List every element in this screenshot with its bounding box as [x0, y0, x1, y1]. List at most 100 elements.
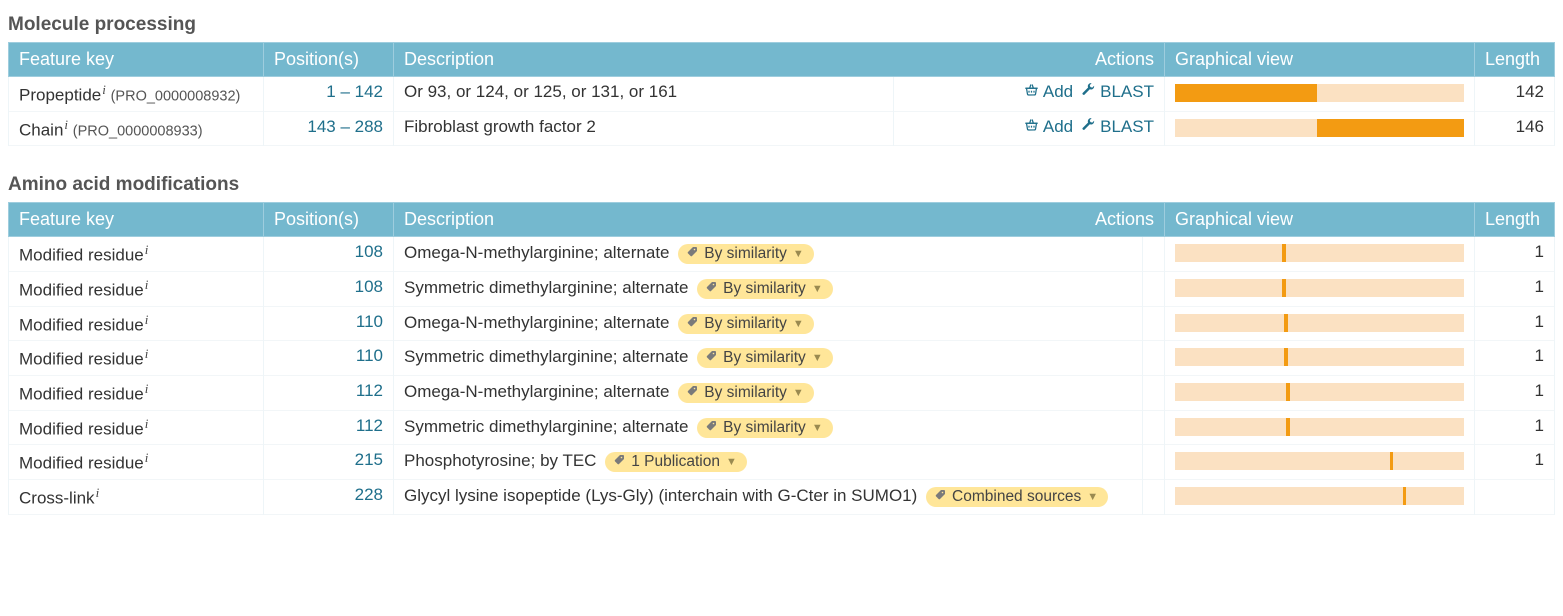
info-icon[interactable]: i — [145, 381, 149, 396]
feature-type-link[interactable]: Modified residue — [19, 281, 144, 300]
positions-value[interactable]: 228 — [264, 479, 394, 514]
graphical-segment — [1282, 244, 1285, 262]
hdr-positions: Position(s) — [264, 203, 394, 237]
graphical-track[interactable] — [1175, 314, 1464, 332]
feature-type-link[interactable]: Modified residue — [19, 350, 144, 369]
positions-value[interactable]: 112 — [264, 410, 394, 445]
hdr-positions: Position(s) — [264, 43, 394, 77]
evidence-label: Combined sources — [952, 488, 1081, 506]
evidence-pill[interactable]: By similarity▼ — [697, 418, 833, 438]
info-icon[interactable]: i — [96, 485, 100, 500]
hdr-description: DescriptionActions — [394, 43, 1165, 77]
graphical-track[interactable] — [1175, 119, 1464, 137]
graphical-segment — [1282, 279, 1285, 297]
description-cell: Glycyl lysine isopeptide (Lys-Gly) (inte… — [394, 479, 1143, 514]
info-icon[interactable]: i — [145, 450, 149, 465]
evidence-label: By similarity — [723, 280, 806, 298]
tag-icon — [686, 245, 698, 263]
positions-value[interactable]: 110 — [264, 306, 394, 341]
positions-value[interactable]: 112 — [264, 375, 394, 410]
evidence-label: By similarity — [704, 315, 787, 333]
feature-type-link[interactable]: Cross-link — [19, 489, 95, 508]
blast-button[interactable]: BLAST — [1081, 117, 1154, 137]
graphical-track[interactable] — [1175, 383, 1464, 401]
graphical-segment — [1286, 418, 1289, 436]
tag-icon — [705, 419, 717, 437]
hdr-feature-key: Feature key — [9, 43, 264, 77]
feature-type-link[interactable]: Modified residue — [19, 419, 144, 438]
feature-type-link[interactable]: Modified residue — [19, 246, 144, 265]
description-text: Phosphotyrosine; by TEC — [404, 451, 596, 470]
description-cell: Omega-N-methylarginine; alternate By sim… — [394, 306, 1143, 341]
evidence-pill[interactable]: By similarity ▼ — [678, 383, 814, 403]
evidence-pill[interactable]: By similarity ▼ — [697, 279, 833, 299]
add-label: Add — [1043, 117, 1073, 137]
info-icon[interactable]: i — [145, 277, 149, 292]
feature-type-link[interactable]: Chain — [19, 120, 63, 139]
graphical-track[interactable] — [1175, 84, 1464, 102]
evidence-pill[interactable]: By similarity▼ — [678, 314, 814, 334]
graphical-track[interactable] — [1175, 418, 1464, 436]
hdr-length: Length — [1475, 43, 1555, 77]
graphical-track[interactable] — [1175, 487, 1464, 505]
description-text: Symmetric dimethylarginine; alternate — [404, 417, 688, 436]
hdr-description: DescriptionActions — [394, 203, 1165, 237]
description-text: Omega-N-methylarginine; alternate — [404, 313, 670, 332]
description-text: Fibroblast growth factor 2 — [404, 117, 596, 136]
evidence-label: By similarity — [704, 384, 787, 402]
graphical-track[interactable] — [1175, 348, 1464, 366]
feature-type-link[interactable]: Modified residue — [19, 454, 144, 473]
tag-icon — [686, 315, 698, 333]
hdr-feature-key: Feature key — [9, 203, 264, 237]
positions-value[interactable]: 1 – 142 — [264, 77, 394, 112]
hdr-graphical-view: Graphical view — [1165, 43, 1475, 77]
blast-button[interactable]: BLAST — [1081, 82, 1154, 102]
info-icon[interactable]: i — [145, 242, 149, 257]
add-button[interactable]: Add — [1024, 82, 1073, 102]
feature-type-link[interactable]: Propeptide — [19, 86, 101, 105]
graphical-track[interactable] — [1175, 279, 1464, 297]
feature-id: (PRO_0000008933) — [73, 123, 203, 139]
description-cell: Fibroblast growth factor 2 — [394, 111, 894, 146]
description-text: Symmetric dimethylarginine; alternate — [404, 278, 688, 297]
length-value: 142 — [1475, 77, 1555, 112]
graphical-track[interactable] — [1175, 244, 1464, 262]
chevron-down-icon: ▼ — [1087, 491, 1098, 503]
chevron-down-icon: ▼ — [812, 283, 823, 295]
info-icon[interactable]: i — [145, 346, 149, 361]
info-icon[interactable]: i — [145, 312, 149, 327]
blast-label: BLAST — [1100, 117, 1154, 137]
length-value: 1 — [1475, 306, 1555, 341]
description-cell: Symmetric dimethylarginine; alternate By… — [394, 271, 1143, 306]
positions-value[interactable]: 215 — [264, 445, 394, 480]
positions-value[interactable]: 108 — [264, 271, 394, 306]
evidence-pill[interactable]: 1 Publication▼ — [605, 452, 747, 472]
length-value: 1 — [1475, 271, 1555, 306]
chevron-down-icon: ▼ — [726, 456, 737, 468]
tag-icon — [686, 384, 698, 402]
info-icon[interactable]: i — [145, 416, 149, 431]
positions-value[interactable]: 143 – 288 — [264, 111, 394, 146]
table-row: Modified residuei215Phosphotyrosine; by … — [9, 445, 1555, 480]
description-cell: Phosphotyrosine; by TEC 1 Publication▼ — [394, 445, 1143, 480]
graphical-track[interactable] — [1175, 452, 1464, 470]
info-icon[interactable]: i — [64, 117, 68, 132]
info-icon[interactable]: i — [102, 82, 106, 97]
evidence-pill[interactable]: By similarity▼ — [678, 244, 814, 264]
table-row: Cross-linki 228Glycyl lysine isopeptide (… — [9, 479, 1555, 514]
evidence-pill[interactable]: By similarity▼ — [697, 348, 833, 368]
hdr-actions: Actions — [1095, 49, 1154, 70]
graphical-segment — [1284, 348, 1287, 366]
chevron-down-icon: ▼ — [793, 387, 804, 399]
tag-icon — [705, 280, 717, 298]
table-row: Modified residuei 112 Omega-N-methylargini… — [9, 375, 1555, 410]
evidence-pill[interactable]: Combined sources ▼ — [926, 487, 1108, 507]
feature-type-link[interactable]: Modified residue — [19, 315, 144, 334]
chevron-down-icon: ▼ — [812, 352, 823, 364]
add-button[interactable]: Add — [1024, 117, 1073, 137]
feature-type-link[interactable]: Modified residue — [19, 385, 144, 404]
positions-value[interactable]: 110 — [264, 341, 394, 376]
description-text: Omega-N-methylarginine; alternate — [404, 382, 670, 401]
hdr-graphical-view: Graphical view — [1165, 203, 1475, 237]
positions-value[interactable]: 108 — [264, 237, 394, 272]
